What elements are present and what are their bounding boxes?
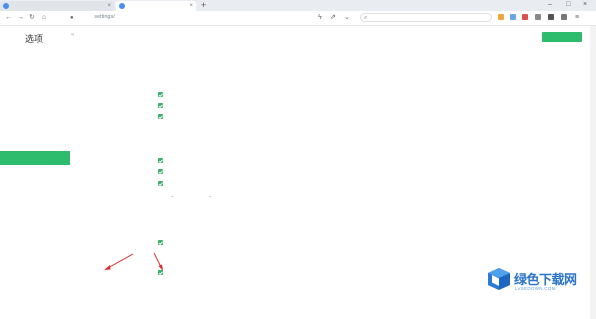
cube-logo-icon [488,268,510,290]
search-input[interactable]: ⌕ [360,13,492,22]
chevron-down-icon[interactable]: ⌄ [344,13,350,23]
search-icon: ⌕ [364,15,368,21]
scrollbar[interactable] [590,26,596,319]
new-tab-button[interactable]: + [201,0,206,10]
tab-title [127,3,142,9]
menu-icon[interactable]: ≡ [575,13,579,23]
reload-icon[interactable]: ↻ [29,13,35,23]
home-icon[interactable]: ⌂ [42,13,46,23]
extension-icon[interactable] [535,14,541,20]
arrowhead-icon [104,265,111,270]
extension-icon[interactable] [548,14,554,20]
site-favicon-icon [119,2,125,9]
extension-icon[interactable] [522,14,528,20]
extension-icon[interactable] [510,14,516,20]
window-close-icon[interactable]: × [583,0,587,10]
close-tab-icon[interactable]: × [107,1,111,11]
arrowhead-icon [158,264,163,271]
tab-title [11,3,51,9]
minimize-icon[interactable]: – [548,0,552,10]
address-toolbar: ← → ↻ ⌂ ● settings/ ϟ ⇗ ⌄ ⌕ ≡ [0,11,596,26]
close-tab-icon[interactable]: × [189,1,193,11]
watermark-logo: 绿色下载网 LVSEDOWN.COM [487,265,587,305]
browser-tab-bar: × × + – □ × [0,0,596,11]
extension-icon[interactable] [561,14,567,20]
url-field[interactable]: settings/ [86,14,114,20]
back-icon[interactable]: ← [5,13,12,23]
share-icon[interactable]: ⇗ [330,13,336,23]
site-favicon-icon [3,2,9,9]
lightning-icon[interactable]: ϟ [318,13,322,23]
extension-icon[interactable] [498,14,504,20]
forward-icon[interactable]: → [17,13,24,23]
watermark-url: LVSEDOWN.COM [515,286,556,291]
maximize-icon[interactable]: □ [566,0,570,10]
browser-tab-active[interactable]: × [116,1,196,11]
lock-icon: ● [70,15,74,21]
browser-tab[interactable]: × [0,1,114,11]
